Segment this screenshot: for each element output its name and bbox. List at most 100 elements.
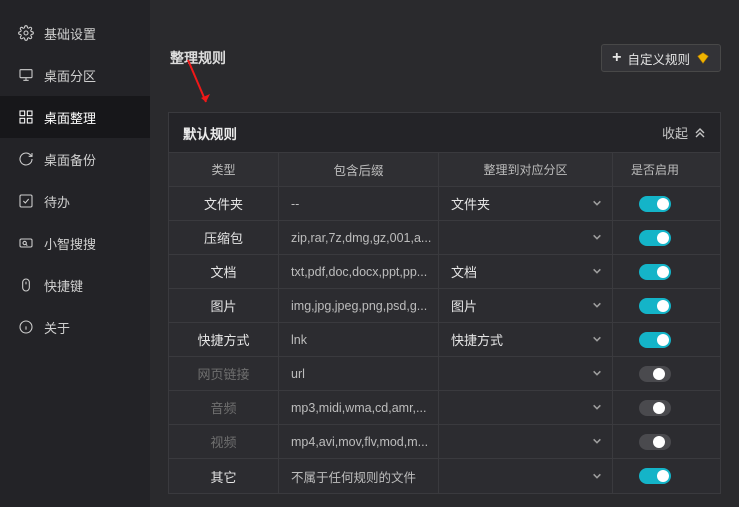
annotation-arrow — [184, 58, 214, 119]
cell-enable — [613, 323, 697, 356]
cell-extensions: -- — [279, 187, 439, 220]
sidebar-item-label: 小智搜搜 — [44, 234, 96, 253]
enable-toggle[interactable] — [639, 400, 671, 416]
sidebar-item-label: 待办 — [44, 192, 70, 211]
target-zone-value: 文件夹 — [451, 194, 586, 213]
target-zone-value: 图片 — [451, 296, 586, 315]
cell-enable — [613, 255, 697, 288]
cell-type: 视频 — [169, 425, 279, 458]
target-zone-select[interactable]: 快捷方式 — [439, 323, 613, 356]
enable-toggle[interactable] — [639, 434, 671, 450]
chevron-down-icon — [592, 196, 602, 211]
enable-toggle[interactable] — [639, 196, 671, 212]
chevron-up-double-icon — [694, 128, 706, 138]
cell-enable — [613, 425, 697, 458]
sidebar-item-desktop-organize[interactable]: 桌面整理 — [0, 96, 150, 138]
cell-enable — [613, 187, 697, 220]
sidebar-item-shortcuts[interactable]: 快捷键 — [0, 264, 150, 306]
cell-extensions: mp3,midi,wma,cd,amr,... — [279, 391, 439, 424]
table-header-row: 类型 包含后缀 整理到对应分区 是否启用 — [169, 153, 720, 187]
sidebar-item-desktop-zones[interactable]: 桌面分区 — [0, 54, 150, 96]
sidebar-item-basic-settings[interactable]: 基础设置 — [0, 12, 150, 54]
cell-type: 音频 — [169, 391, 279, 424]
table-row: 视频mp4,avi,mov,flv,mod,m... — [169, 425, 720, 459]
chevron-down-icon — [592, 434, 602, 449]
target-zone-value: 快捷方式 — [451, 330, 586, 349]
cell-type: 快捷方式 — [169, 323, 279, 356]
col-header-type: 类型 — [169, 153, 279, 186]
chevron-down-icon — [592, 230, 602, 245]
table-row: 文件夹--文件夹 — [169, 187, 720, 221]
enable-toggle[interactable] — [639, 298, 671, 314]
cell-extensions: mp4,avi,mov,flv,mod,m... — [279, 425, 439, 458]
vip-diamond-icon — [696, 51, 710, 65]
cell-enable — [613, 459, 697, 493]
chevron-down-icon — [592, 469, 602, 484]
cell-extensions: url — [279, 357, 439, 390]
enable-toggle[interactable] — [639, 230, 671, 246]
chevron-down-icon — [592, 366, 602, 381]
search-box-icon — [18, 235, 34, 251]
table-row: 压缩包zip,rar,7z,dmg,gz,001,a... — [169, 221, 720, 255]
target-zone-select[interactable]: 图片 — [439, 289, 613, 322]
sidebar-item-label: 关于 — [44, 318, 70, 337]
sidebar-item-label: 基础设置 — [44, 24, 96, 43]
target-zone-select[interactable] — [439, 425, 613, 458]
monitor-icon — [18, 67, 34, 83]
table-row: 其它不属于任何规则的文件 — [169, 459, 720, 493]
enable-toggle[interactable] — [639, 366, 671, 382]
target-zone-select[interactable] — [439, 221, 613, 254]
enable-toggle[interactable] — [639, 332, 671, 348]
target-zone-select[interactable] — [439, 357, 613, 390]
rules-table: 类型 包含后缀 整理到对应分区 是否启用 文件夹--文件夹压缩包zip,rar,… — [169, 153, 720, 493]
plus-icon: + — [612, 50, 621, 66]
cell-extensions: zip,rar,7z,dmg,gz,001,a... — [279, 221, 439, 254]
sidebar-item-todo[interactable]: 待办 — [0, 180, 150, 222]
cell-enable — [613, 391, 697, 424]
cell-enable — [613, 357, 697, 390]
info-icon — [18, 319, 34, 335]
table-row: 网页链接url — [169, 357, 720, 391]
target-zone-select[interactable] — [439, 391, 613, 424]
col-header-ext: 包含后缀 — [279, 153, 439, 186]
cell-type: 其它 — [169, 459, 279, 493]
sidebar: 基础设置 桌面分区 桌面整理 桌面备份 待办 小智搜搜 快捷键 关于 — [0, 0, 150, 507]
cell-extensions: 不属于任何规则的文件 — [279, 459, 439, 493]
enable-toggle[interactable] — [639, 264, 671, 280]
target-zone-select[interactable] — [439, 459, 613, 493]
grid-icon — [18, 109, 34, 125]
button-label: 自定义规则 — [627, 49, 690, 68]
chevron-down-icon — [592, 400, 602, 415]
cell-type: 文件夹 — [169, 187, 279, 220]
panel-title: 默认规则 — [183, 123, 237, 143]
target-zone-select[interactable]: 文件夹 — [439, 187, 613, 220]
cell-enable — [613, 289, 697, 322]
cell-extensions: lnk — [279, 323, 439, 356]
enable-toggle[interactable] — [639, 468, 671, 484]
target-zone-select[interactable]: 文档 — [439, 255, 613, 288]
collapse-toggle[interactable]: 收起 — [662, 123, 706, 142]
sidebar-item-xiaozhi-search[interactable]: 小智搜搜 — [0, 222, 150, 264]
check-square-icon — [18, 193, 34, 209]
sidebar-item-label: 桌面分区 — [44, 66, 96, 85]
default-rules-panel: 默认规则 收起 类型 包含后缀 整理到对应分区 是否启用 文件夹--文件夹压缩包… — [168, 112, 721, 494]
chevron-down-icon — [592, 298, 602, 313]
table-row: 图片img,jpg,jpeg,png,psd,g...图片 — [169, 289, 720, 323]
sidebar-item-desktop-backup[interactable]: 桌面备份 — [0, 138, 150, 180]
table-row: 文档txt,pdf,doc,docx,ppt,pp...文档 — [169, 255, 720, 289]
sidebar-item-label: 桌面备份 — [44, 150, 96, 169]
cell-extensions: img,jpg,jpeg,png,psd,g... — [279, 289, 439, 322]
chevron-down-icon — [592, 332, 602, 347]
custom-rule-button[interactable]: + 自定义规则 — [601, 44, 721, 72]
cell-type: 文档 — [169, 255, 279, 288]
cell-type: 压缩包 — [169, 221, 279, 254]
collapse-label: 收起 — [662, 123, 688, 142]
mouse-icon — [18, 277, 34, 293]
target-zone-value: 文档 — [451, 262, 586, 281]
table-row: 音频mp3,midi,wma,cd,amr,... — [169, 391, 720, 425]
cell-type: 网页链接 — [169, 357, 279, 390]
table-row: 快捷方式lnk快捷方式 — [169, 323, 720, 357]
sidebar-item-about[interactable]: 关于 — [0, 306, 150, 348]
cell-extensions: txt,pdf,doc,docx,ppt,pp... — [279, 255, 439, 288]
gear-icon — [18, 25, 34, 41]
